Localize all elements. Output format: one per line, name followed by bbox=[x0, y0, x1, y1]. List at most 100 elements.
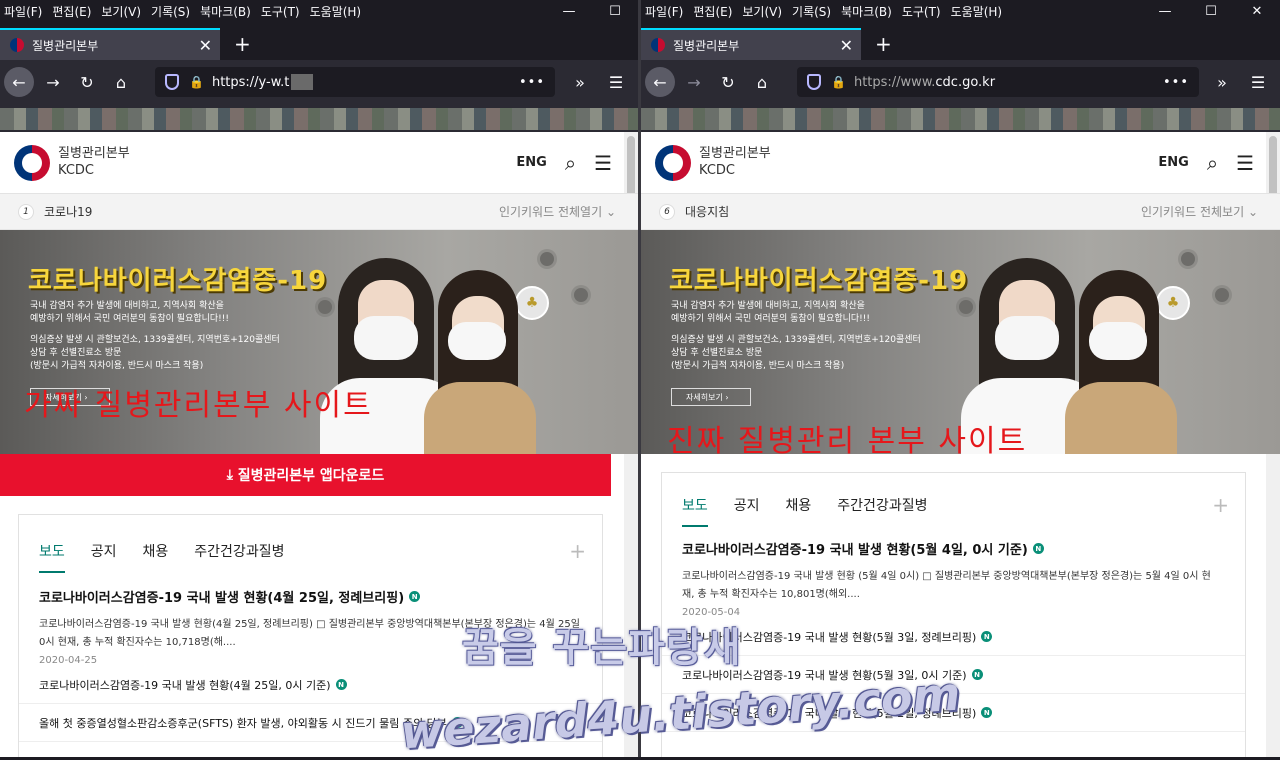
new-badge-icon: N bbox=[981, 707, 993, 718]
overflow-chevron-icon[interactable]: » bbox=[1204, 73, 1240, 92]
search-icon[interactable]: ⌕ bbox=[565, 151, 576, 175]
kcdc-logo-icon[interactable] bbox=[14, 144, 50, 181]
header-actions: ENG ⌕ ☰ bbox=[1158, 151, 1254, 175]
tab-notice[interactable]: 공지 bbox=[91, 541, 117, 561]
browser-tab[interactable]: 질병관리본부 ✕ bbox=[0, 28, 220, 60]
tab-press[interactable]: 보도 bbox=[682, 495, 708, 527]
tab-press[interactable]: 보도 bbox=[39, 541, 65, 573]
menu-icon[interactable]: ☰ bbox=[594, 151, 612, 175]
keyword-expand[interactable]: 인기키워드 전체열기 ⌄ bbox=[499, 203, 616, 220]
news-headline[interactable]: 코로나바이러스감염증-19 국내 발생 현황(4월 25일, 정례브리핑) N bbox=[19, 587, 602, 606]
menu-tools[interactable]: 도구(T) bbox=[261, 3, 300, 20]
keyword-rank: 1 bbox=[18, 203, 34, 220]
search-icon[interactable]: ⌕ bbox=[1207, 151, 1218, 175]
tab-strip: 질병관리본부 ✕ + bbox=[0, 22, 638, 60]
url-blur bbox=[291, 74, 314, 90]
browser-tab[interactable]: 질병관리본부 ✕ bbox=[641, 28, 861, 60]
url-bar[interactable]: 🔒 https://www. cdc.go.kr ••• bbox=[797, 67, 1199, 97]
keyword-expand[interactable]: 인기키워드 전체보기 ⌄ bbox=[1141, 203, 1258, 220]
menu-tools[interactable]: 도구(T) bbox=[902, 3, 941, 20]
news-summary[interactable]: 코로나바이러스감염증-19 국내 발생 현황 (5월 4일 0시) □ 질병관리… bbox=[662, 568, 1245, 603]
page-actions-icon[interactable]: ••• bbox=[519, 75, 545, 90]
banner-title: 코로나바이러스감염증-19 bbox=[669, 266, 969, 296]
reload-icon[interactable]: ↻ bbox=[72, 67, 102, 97]
tab-notice[interactable]: 공지 bbox=[734, 495, 760, 515]
menu-history[interactable]: 기록(S) bbox=[151, 3, 190, 20]
favicon-icon bbox=[10, 38, 24, 52]
tab-recruit[interactable]: 채용 bbox=[786, 495, 812, 515]
tab-weekly[interactable]: 주간건강과질병 bbox=[837, 495, 927, 515]
covid-banner: 코로나바이러스감염증-19 국내 감염자 추가 발생에 대비하고, 지역사회 확… bbox=[0, 230, 638, 454]
lock-icon[interactable]: 🔒 bbox=[189, 75, 204, 89]
maximize-button[interactable]: ☐ bbox=[592, 0, 638, 22]
menu-history[interactable]: 기록(S) bbox=[792, 3, 831, 20]
forward-arrow-icon[interactable]: → bbox=[679, 67, 709, 97]
menu-edit[interactable]: 편집(E) bbox=[693, 3, 732, 20]
overflow-chevron-icon[interactable]: » bbox=[562, 73, 598, 92]
menu-help[interactable]: 도움말(H) bbox=[310, 3, 362, 20]
hamburger-menu-icon[interactable]: ☰ bbox=[1240, 73, 1276, 92]
tracking-shield-icon[interactable] bbox=[165, 74, 179, 90]
page-actions-icon[interactable]: ••• bbox=[1163, 75, 1189, 90]
new-badge-icon: N bbox=[1032, 543, 1044, 554]
keyword-bar: 6 대응지침 인기키워드 전체보기 ⌄ bbox=[641, 194, 1280, 230]
news-date: 2020-05-04 bbox=[682, 607, 741, 618]
tab-weekly[interactable]: 주간건강과질병 bbox=[194, 541, 284, 561]
banner-desc: 국내 감염자 추가 발생에 대비하고, 지역사회 확산을 예방하기 위해서 국민 … bbox=[30, 301, 230, 325]
menu-file[interactable]: 파일(F) bbox=[645, 3, 683, 20]
reload-icon[interactable]: ↻ bbox=[713, 67, 743, 97]
tab-strip: 질병관리본부 ✕ + bbox=[641, 22, 1280, 60]
close-tab-icon[interactable]: ✕ bbox=[840, 36, 853, 55]
eng-link[interactable]: ENG bbox=[516, 155, 546, 170]
news-headline[interactable]: 코로나바이러스감염증-19 국내 발생 현황(5월 4일, 0시 기준) N bbox=[662, 539, 1245, 558]
menu-view[interactable]: 보기(V) bbox=[101, 3, 141, 20]
menu-bookmarks[interactable]: 북마크(B) bbox=[841, 3, 892, 20]
new-tab-icon[interactable]: + bbox=[875, 28, 892, 60]
banner-title: 코로나바이러스감염증-19 bbox=[28, 266, 328, 296]
menu-edit[interactable]: 편집(E) bbox=[52, 3, 91, 20]
navigation-bar: ← → ↻ ⌂ 🔒 https://www. cdc.go.kr ••• » ☰ bbox=[641, 60, 1280, 104]
tracking-shield-icon[interactable] bbox=[807, 74, 821, 90]
toolbar-right: » ☰ bbox=[562, 60, 634, 104]
blurred-bookmarks bbox=[641, 108, 1280, 130]
url-bar[interactable]: 🔒 https://y-w.t ••• bbox=[155, 67, 555, 97]
home-icon[interactable]: ⌂ bbox=[747, 67, 777, 97]
back-arrow-icon[interactable]: ← bbox=[645, 67, 675, 97]
close-tab-icon[interactable]: ✕ bbox=[199, 36, 212, 55]
back-arrow-icon[interactable]: ← bbox=[4, 67, 34, 97]
news-item[interactable]: 코로나바이러스감염증-19 국내 발생 현황(5월 3일, 정례브리핑) N bbox=[662, 618, 1245, 656]
menu-file[interactable]: 파일(F) bbox=[4, 3, 42, 20]
menu-icon[interactable]: ☰ bbox=[1236, 151, 1254, 175]
hamburger-menu-icon[interactable]: ☰ bbox=[598, 73, 634, 92]
fake-site-label: 가짜 질병관리본부 사이트 bbox=[24, 388, 373, 423]
menu-view[interactable]: 보기(V) bbox=[742, 3, 782, 20]
maximize-button[interactable]: ☐ bbox=[1188, 0, 1234, 22]
blurred-bookmarks bbox=[0, 108, 638, 130]
home-icon[interactable]: ⌂ bbox=[106, 67, 136, 97]
keyword-bar: 1 코로나19 인기키워드 전체열기 ⌄ bbox=[0, 194, 638, 230]
more-plus-icon[interactable]: + bbox=[1212, 493, 1229, 517]
new-tab-icon[interactable]: + bbox=[234, 28, 251, 60]
virus-icon bbox=[1181, 252, 1195, 266]
menu-bookmarks[interactable]: 북마크(B) bbox=[200, 3, 251, 20]
news-tabs: 보도 공지 채용 주간건강과질병 + bbox=[19, 531, 602, 573]
kcdc-logo-icon[interactable] bbox=[655, 144, 691, 181]
site-brand[interactable]: 질병관리본부 KCDC bbox=[58, 146, 130, 179]
keyword-text[interactable]: 코로나19 bbox=[44, 203, 92, 220]
virus-icon bbox=[1215, 288, 1229, 302]
eng-link[interactable]: ENG bbox=[1158, 155, 1188, 170]
more-plus-icon[interactable]: + bbox=[569, 539, 586, 563]
keyword-text[interactable]: 대응지침 bbox=[685, 203, 729, 220]
minimize-button[interactable]: — bbox=[546, 0, 592, 22]
forward-arrow-icon[interactable]: → bbox=[38, 67, 68, 97]
banner-detail-button[interactable]: 자세히보기 › bbox=[671, 388, 751, 406]
site-brand[interactable]: 질병관리본부 KCDC bbox=[699, 146, 771, 179]
window-controls: — ☐ ✕ bbox=[1142, 0, 1280, 22]
tab-title: 질병관리본부 bbox=[32, 38, 99, 53]
close-window-button[interactable]: ✕ bbox=[1234, 0, 1280, 22]
tab-recruit[interactable]: 채용 bbox=[143, 541, 169, 561]
lock-icon[interactable]: 🔒 bbox=[831, 75, 846, 89]
app-download-button[interactable]: ⤓ 질병관리본부 앱다운로드 bbox=[0, 454, 611, 496]
minimize-button[interactable]: — bbox=[1142, 0, 1188, 22]
menu-help[interactable]: 도움말(H) bbox=[951, 3, 1003, 20]
